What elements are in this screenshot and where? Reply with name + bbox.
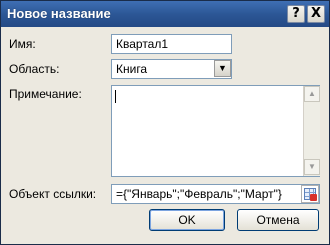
name-label: Имя: (9, 37, 36, 51)
collapse-dialog-button[interactable] (301, 185, 319, 203)
refers-to-value: ={"Январь";"Февраль";"Март"} (116, 187, 282, 201)
help-button[interactable]: ? (287, 5, 305, 23)
name-input-value: Квартал1 (116, 37, 169, 51)
help-icon: ? (292, 6, 300, 21)
chevron-up-icon: ▲ (308, 89, 316, 98)
close-button[interactable]: X (307, 5, 325, 23)
close-icon: X (310, 6, 322, 21)
chevron-down-icon: ▼ (308, 162, 316, 171)
scope-select-value: Книга (116, 62, 148, 76)
comment-label: Примечание: (9, 87, 82, 101)
title-bar[interactable]: Новое название ? X (1, 1, 329, 27)
ok-button[interactable]: OK (149, 209, 225, 231)
cancel-button[interactable]: Отмена (237, 209, 319, 231)
chevron-down-icon: ▼ (218, 63, 227, 73)
scope-label: Область: (9, 62, 60, 76)
name-input[interactable]: Квартал1 (111, 34, 232, 54)
text-caret (115, 90, 116, 103)
refers-to-input[interactable]: ={"Январь";"Февраль";"Март"} (111, 184, 320, 204)
scroll-up-button[interactable]: ▲ (304, 86, 320, 102)
refers-to-label: Объект ссылки: (9, 187, 97, 201)
new-name-dialog: Новое название ? X Имя: Квартал1 Область… (0, 0, 330, 245)
scope-dropdown-button[interactable]: ▼ (214, 60, 231, 77)
window-title: Новое название (7, 6, 111, 21)
comment-textarea[interactable]: ▲ ▼ (111, 85, 320, 177)
scroll-down-button[interactable]: ▼ (304, 159, 320, 175)
comment-scrollbar[interactable]: ▲ ▼ (303, 86, 320, 176)
dialog-body: Имя: Квартал1 Область: Книга ▼ Примечани… (1, 27, 329, 244)
